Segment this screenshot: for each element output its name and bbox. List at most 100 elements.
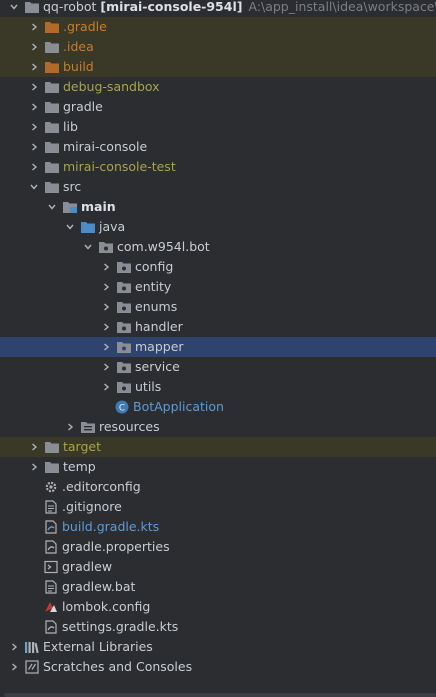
- chevron-right-icon[interactable]: [8, 637, 20, 657]
- tree-row-mapper[interactable]: mapper: [0, 337, 436, 357]
- package-icon: [116, 299, 132, 315]
- tree-row-gradlew-bat[interactable]: gradlew.bat: [0, 577, 436, 597]
- chevron-right-icon[interactable]: [100, 377, 112, 397]
- tree-item-label: build: [63, 59, 94, 74]
- folder-icon: [24, 0, 40, 15]
- tree-row-service[interactable]: service: [0, 357, 436, 377]
- tree-row-target[interactable]: target: [0, 437, 436, 457]
- tree-row-gradle-properties[interactable]: gradle.properties: [0, 537, 436, 557]
- package-icon: [98, 239, 114, 255]
- tree-item-label: utils: [135, 379, 162, 394]
- chevron-right-icon[interactable]: [28, 37, 40, 57]
- tree-row-bot-application[interactable]: C BotApplication: [0, 397, 436, 417]
- tree-item-label: mapper: [135, 339, 184, 354]
- chevron-right-icon[interactable]: [28, 57, 40, 77]
- module-folder-icon: [62, 199, 78, 215]
- tree-row-package-root[interactable]: com.w954l.bot: [0, 237, 436, 257]
- tree-item-label: .editorconfig: [62, 479, 141, 494]
- package-icon: [116, 319, 132, 335]
- tree-row-config[interactable]: config: [0, 257, 436, 277]
- tree-item-label: build.gradle.kts: [62, 519, 160, 534]
- tree-row-root[interactable]: qq-robot [mirai-console-954l] A:\app_ins…: [0, 0, 436, 17]
- chevron-down-icon[interactable]: [46, 197, 58, 217]
- tree-row-entity[interactable]: entity: [0, 277, 436, 297]
- tree-row-java[interactable]: java: [0, 217, 436, 237]
- chevron-down-icon[interactable]: [28, 177, 40, 197]
- tree-item-label: resources: [99, 419, 160, 434]
- chevron-right-icon[interactable]: [28, 157, 40, 177]
- chevron-right-icon[interactable]: [100, 297, 112, 317]
- tree-row-gitignore[interactable]: .gitignore: [0, 497, 436, 517]
- chevron-right-icon[interactable]: [28, 77, 40, 97]
- tree-row-main[interactable]: main: [0, 197, 436, 217]
- chevron-right-icon[interactable]: [8, 657, 20, 677]
- horizontal-scrollbar[interactable]: [4, 693, 436, 697]
- chevron-right-icon[interactable]: [100, 337, 112, 357]
- resources-folder-icon: [80, 419, 96, 435]
- tree-row-editorconfig[interactable]: .editorconfig: [0, 477, 436, 497]
- project-module: [mirai-console-954l]: [100, 0, 243, 14]
- libraries-icon: [24, 639, 40, 655]
- tree-item-label: gradle: [63, 99, 103, 114]
- tree-row-temp[interactable]: temp: [0, 457, 436, 477]
- tree-item-label: lombok.config: [62, 599, 151, 614]
- scratches-icon: [24, 659, 40, 675]
- tree-row-external-libraries[interactable]: External Libraries: [0, 637, 436, 657]
- java-class-icon: C: [114, 399, 130, 415]
- folder-icon: [44, 459, 60, 475]
- source-folder-icon: [80, 219, 96, 235]
- tree-item-label: main: [81, 199, 116, 214]
- tree-item-label: handler: [135, 319, 183, 334]
- tree-item-label: Scratches and Consoles: [43, 659, 193, 674]
- tree-row-mirai-console-test[interactable]: mirai-console-test: [0, 157, 436, 177]
- chevron-right-icon[interactable]: [64, 417, 76, 437]
- tree-item-label: config: [135, 259, 174, 274]
- chevron-right-icon[interactable]: [28, 97, 40, 117]
- tree-item-label: settings.gradle.kts: [62, 619, 179, 634]
- tree-row-enums[interactable]: enums: [0, 297, 436, 317]
- chevron-down-icon[interactable]: [82, 237, 94, 257]
- folder-excluded-icon: [44, 19, 60, 35]
- tree-row-resources[interactable]: resources: [0, 417, 436, 437]
- gear-icon: [43, 479, 59, 495]
- tree-row-lib[interactable]: lib: [0, 117, 436, 137]
- chevron-right-icon[interactable]: [28, 17, 40, 37]
- tree-row-settings-gradle-kts[interactable]: settings.gradle.kts: [0, 617, 436, 637]
- chevron-down-icon[interactable]: [64, 217, 76, 237]
- tree-row-src[interactable]: src: [0, 177, 436, 197]
- chevron-right-icon[interactable]: [100, 277, 112, 297]
- tree-item-label: gradlew: [62, 559, 113, 574]
- tree-row-debug-sandbox[interactable]: debug-sandbox: [0, 77, 436, 97]
- tree-row-gradle-cache[interactable]: .gradle: [0, 17, 436, 37]
- folder-icon: [44, 119, 60, 135]
- tree-row-handler[interactable]: handler: [0, 317, 436, 337]
- tree-item-label: .idea: [63, 39, 94, 54]
- tree-row-gradle[interactable]: gradle: [0, 97, 436, 117]
- project-tree[interactable]: qq-robot [mirai-console-954l] A:\app_ins…: [0, 0, 436, 697]
- tree-row-lombok-config[interactable]: lombok.config: [0, 597, 436, 617]
- tree-item-label: target: [63, 439, 102, 454]
- chevron-right-icon[interactable]: [28, 437, 40, 457]
- chevron-right-icon[interactable]: [28, 117, 40, 137]
- tree-row-build-gradle-kts[interactable]: build.gradle.kts: [0, 517, 436, 537]
- tree-row-gradlew[interactable]: gradlew: [0, 557, 436, 577]
- tree-row-utils[interactable]: utils: [0, 377, 436, 397]
- chevron-right-icon[interactable]: [100, 257, 112, 277]
- tree-row-mirai-console[interactable]: mirai-console: [0, 137, 436, 157]
- package-icon: [116, 279, 132, 295]
- chevron-right-icon[interactable]: [28, 137, 40, 157]
- chevron-right-icon[interactable]: [100, 317, 112, 337]
- tree-item-label: External Libraries: [43, 639, 153, 654]
- folder-icon: [44, 39, 60, 55]
- chevron-down-icon[interactable]: [8, 0, 20, 17]
- chevron-right-icon[interactable]: [28, 457, 40, 477]
- tree-row-scratches[interactable]: Scratches and Consoles: [0, 657, 436, 677]
- folder-excluded-icon: [44, 59, 60, 75]
- tree-item-label: debug-sandbox: [63, 79, 160, 94]
- tree-row-idea[interactable]: .idea: [0, 37, 436, 57]
- tree-row-build[interactable]: build: [0, 57, 436, 77]
- tree-item-label: src: [63, 179, 82, 194]
- chevron-right-icon[interactable]: [100, 357, 112, 377]
- folder-icon: [44, 79, 60, 95]
- folder-icon: [44, 179, 60, 195]
